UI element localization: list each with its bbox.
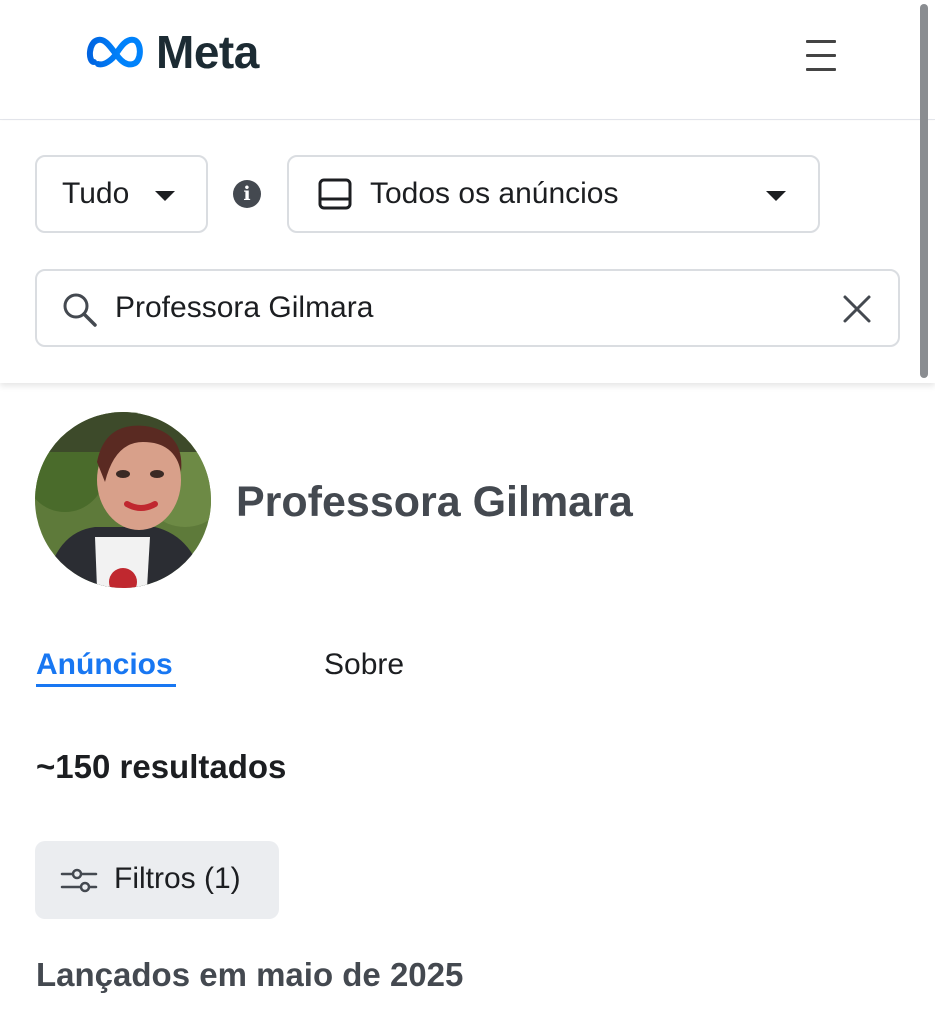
meta-logo[interactable]: Meta xyxy=(86,27,259,77)
caret-down-icon xyxy=(155,191,175,201)
info-circle-icon[interactable]: i xyxy=(233,180,261,208)
search-query-text: Professora Gilmara xyxy=(115,291,374,324)
hamburger-menu-icon[interactable] xyxy=(800,36,842,76)
section-heading: Lançados em maio de 2025 xyxy=(36,956,464,993)
tab-anuncios[interactable]: Anúncios xyxy=(36,648,173,682)
ad-type-select-value: Todos os anúncios xyxy=(370,177,619,210)
category-select-value: Tudo xyxy=(62,177,130,210)
filters-button[interactable]: Filtros (1) xyxy=(35,841,279,919)
top-header: Meta xyxy=(0,0,935,120)
sliders-icon xyxy=(60,868,98,893)
close-icon[interactable] xyxy=(840,292,874,326)
search-panel: Tudo i Todos os anúncios Professora Gilm… xyxy=(0,121,935,383)
profile-name: Professora Gilmara xyxy=(236,478,633,526)
profile-photo xyxy=(35,412,211,588)
tab-sobre[interactable]: Sobre xyxy=(324,648,404,682)
search-input[interactable]: Professora Gilmara xyxy=(35,269,900,347)
active-tab-indicator xyxy=(36,684,176,687)
meta-infinity-icon xyxy=(86,36,143,68)
device-icon xyxy=(318,178,352,210)
caret-down-icon xyxy=(766,191,786,201)
category-select[interactable]: Tudo xyxy=(35,155,208,233)
ad-type-select[interactable]: Todos os anúncios xyxy=(287,155,820,233)
search-icon xyxy=(63,293,97,327)
filters-label: Filtros (1) xyxy=(114,862,241,895)
results-count: ~150 resultados xyxy=(36,748,287,785)
avatar xyxy=(35,412,211,588)
scrollbar[interactable] xyxy=(920,4,928,378)
meta-logo-text: Meta xyxy=(156,26,259,78)
